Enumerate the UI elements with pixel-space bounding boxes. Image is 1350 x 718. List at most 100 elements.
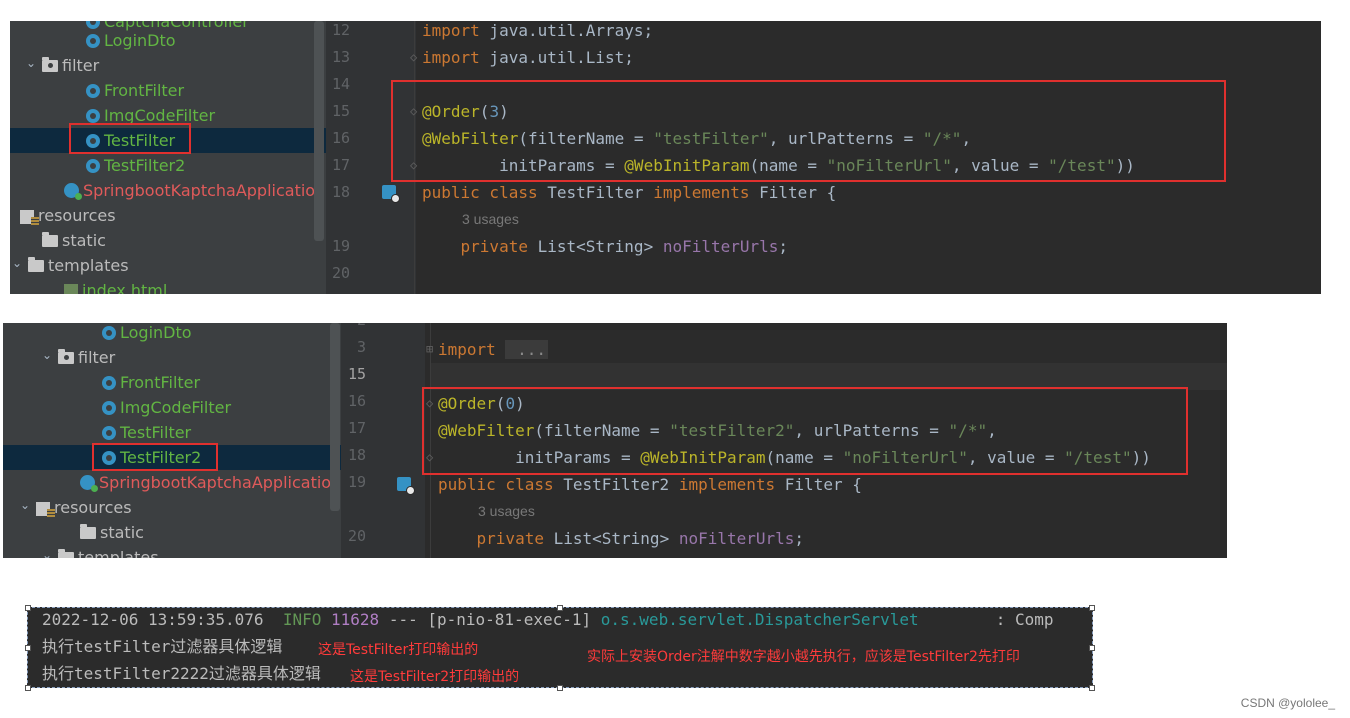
tree-item-label: static xyxy=(100,523,144,542)
usages-hint[interactable]: 3 usages xyxy=(478,498,535,525)
tree-item[interactable]: LoginDto xyxy=(3,323,341,345)
highlight-box-tree-testfilter xyxy=(69,123,191,154)
tree-item[interactable]: ImgCodeFilter xyxy=(3,395,341,420)
tree-item[interactable]: SpringbootKaptchaApplicatio xyxy=(10,178,326,203)
console-output: 2022-12-06 13:59:35.076 INFO 11628 --- [… xyxy=(27,607,1093,688)
tree-item-label: filter xyxy=(78,348,116,367)
line-number: 12 xyxy=(331,21,350,39)
note-testfilter: 这是TestFilter打印输出的 xyxy=(318,642,479,658)
resources-folder-icon xyxy=(36,501,55,518)
line-number: 15 xyxy=(347,365,366,383)
line-number: 15 xyxy=(331,102,350,120)
tree-item-label: FrontFilter xyxy=(120,373,201,392)
editor-gutter xyxy=(341,323,425,558)
line-number: 16 xyxy=(347,392,366,410)
resize-handle[interactable] xyxy=(25,645,31,651)
tree-item-label: templates xyxy=(48,256,129,275)
tree-item-label: ImgCodeFilter xyxy=(120,398,232,417)
tree-item[interactable]: ⌄ filter xyxy=(10,53,326,78)
line-number: 14 xyxy=(331,75,350,93)
folder-icon xyxy=(42,231,58,247)
tree-item-label: resources xyxy=(54,498,132,517)
html-file-icon xyxy=(64,283,78,294)
console-log-line: 2022-12-06 13:59:35.076 INFO 11628 --- [… xyxy=(42,610,1054,629)
class-icon xyxy=(102,325,116,340)
tree-item[interactable]: static xyxy=(10,228,326,253)
tree-item[interactable]: ⌄ filter xyxy=(3,345,341,370)
resize-handle[interactable] xyxy=(557,605,563,611)
tree-item[interactable]: FrontFilter xyxy=(3,370,341,395)
line-number: 20 xyxy=(331,264,350,282)
tree-item[interactable]: index.html xyxy=(10,278,326,294)
resize-handle[interactable] xyxy=(557,685,563,691)
usages-hint[interactable]: 3 usages xyxy=(462,206,519,233)
tree-item-label: TestFilter2 xyxy=(104,156,186,175)
line-number: 17 xyxy=(331,156,350,174)
tree-item-label: SpringbootKaptchaApplicatio xyxy=(83,181,316,200)
class-icon xyxy=(86,83,100,98)
highlight-box-annotations-middle xyxy=(422,387,1188,475)
tree-item-label: filter xyxy=(62,56,100,75)
chevron-down-icon[interactable]: ⌄ xyxy=(10,251,24,276)
line-number: 20 xyxy=(347,527,366,545)
code-line-3: ⊞ import ... xyxy=(426,340,548,359)
tree-item[interactable]: static xyxy=(3,520,341,545)
line-number: 18 xyxy=(347,446,366,464)
chevron-down-icon[interactable]: ⌄ xyxy=(40,343,54,368)
class-icon xyxy=(102,400,116,415)
tree-item[interactable]: ⌄ templates xyxy=(10,253,326,278)
chevron-down-icon[interactable]: ⌄ xyxy=(40,543,54,558)
line-number: 18 xyxy=(331,183,350,201)
ide-screenshot-top: CaptchaController LoginDto ⌄ filter FrontFi… xyxy=(10,21,1321,294)
class-icon xyxy=(86,108,100,123)
resize-handle[interactable] xyxy=(1089,685,1095,691)
console-output-line-1: 执行testFilter过滤器具体逻辑 xyxy=(42,637,283,656)
tree-item[interactable]: resources xyxy=(10,203,326,228)
tree-item[interactable]: FrontFilter xyxy=(10,78,326,103)
tree-item-label: TestFilter xyxy=(120,423,192,442)
chevron-down-icon[interactable]: ⌄ xyxy=(24,51,38,76)
console-output-line-2: 执行testFilter2222过滤器具体逻辑 xyxy=(42,664,321,683)
tree-item[interactable]: TestFilter2 xyxy=(10,153,326,178)
note-order-explanation: 实际上安装Order注解中数字越小越先执行，应该是TestFilter2先打印 xyxy=(587,649,1020,665)
tree-item-label: LoginDto xyxy=(120,323,192,342)
line-number: 17 xyxy=(347,419,366,437)
resize-handle[interactable] xyxy=(1089,605,1095,611)
tree-item-label: templates xyxy=(78,548,159,558)
tree-item-label: SpringbootKaptchaApplicatio xyxy=(99,473,332,492)
folder-icon xyxy=(28,256,44,272)
resize-handle[interactable] xyxy=(25,605,31,611)
tree-item-label: static xyxy=(62,231,106,250)
tree-item[interactable]: ⌄ resources xyxy=(3,495,341,520)
spring-boot-app-icon xyxy=(80,475,98,492)
tree-item[interactable]: ⌄ templates xyxy=(3,545,341,558)
tree-item[interactable]: TestFilter xyxy=(3,420,341,445)
highlight-box-tree-testfilter2 xyxy=(92,443,218,471)
implementation-gutter-icon[interactable] xyxy=(382,185,400,203)
note-testfilter2: 这是TestFilter2打印输出的 xyxy=(350,669,520,685)
line-number: 3 xyxy=(356,338,366,356)
chevron-down-icon[interactable]: ⌄ xyxy=(18,493,32,518)
code-line-19: public class TestFilter2 implements Filt… xyxy=(438,475,862,494)
tree-item-label: resources xyxy=(38,206,116,225)
package-icon xyxy=(58,348,74,364)
class-icon xyxy=(86,158,100,173)
resize-handle[interactable] xyxy=(1089,645,1095,651)
class-icon xyxy=(102,425,116,440)
implementation-gutter-icon[interactable] xyxy=(397,477,415,495)
ide-screenshot-middle: LoginDto ⌄ filter FrontFilter ImgCodeFilter T… xyxy=(3,323,1227,558)
line-number: 19 xyxy=(331,237,350,255)
folder-icon xyxy=(80,523,96,539)
tree-item-label: LoginDto xyxy=(104,31,176,50)
tree-item[interactable]: LoginDto xyxy=(10,28,326,53)
folded-imports[interactable]: ... xyxy=(505,340,548,359)
package-icon xyxy=(42,56,58,72)
line-number: 13 xyxy=(331,48,350,66)
tree-item[interactable]: SpringbootKaptchaApplicatio xyxy=(3,470,341,495)
class-icon xyxy=(102,375,116,390)
resources-folder-icon xyxy=(20,209,39,226)
code-line-20: private List<String> noFilterUrls; xyxy=(476,529,805,548)
resize-handle[interactable] xyxy=(25,685,31,691)
project-tree: CaptchaController LoginDto ⌄ filter FrontFi… xyxy=(10,21,326,294)
tree-item-label: FrontFilter xyxy=(104,81,185,100)
